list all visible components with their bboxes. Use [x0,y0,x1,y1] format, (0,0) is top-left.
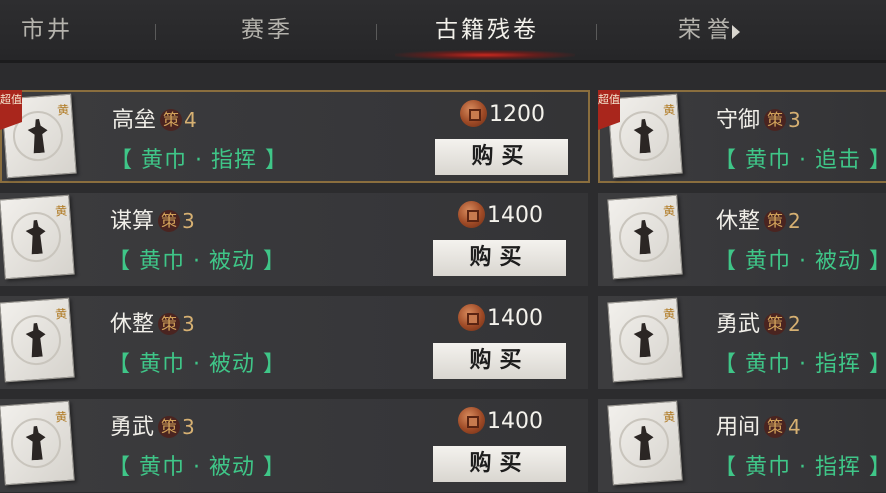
item-name: 守御策 3 [716,108,801,133]
scroll-icon: 黄 [0,194,75,280]
tab-separator [376,24,377,40]
strategy-badge-icon: 策 [764,416,787,438]
item-name: 高垒策 4 [112,108,197,133]
item-name: 勇武策 3 [110,415,195,440]
tab-bar: 市井 赛季 古籍残卷 荣誉 [0,0,886,60]
tab-ancient-scrolls[interactable]: 古籍残卷 [418,12,556,48]
buy-button[interactable]: 购买 [433,240,566,276]
shop-item-card[interactable]: 黄 超值 守御策 3 【 黄巾 · 追击 】 [598,90,886,183]
shop-item-card[interactable]: 黄 勇武策 2 【 黄巾 · 指挥 】 [598,296,886,389]
shop-item-card[interactable]: 黄 休整策 3 【 黄巾 · 被动 】 1400 购买 [0,296,588,389]
item-level: 4 [184,108,197,132]
item-level: 3 [182,415,195,439]
tab-season[interactable]: 赛季 [234,12,300,48]
strategy-badge-icon: 策 [764,109,787,131]
header-divider [0,60,886,63]
shop-item-card[interactable]: 黄 用间策 4 【 黄巾 · 指挥 】 [598,399,886,492]
item-tags: 【 黄巾 · 被动 】 [108,249,286,274]
scroll-icon: 黄 [607,194,683,280]
copper-coin-icon [460,100,487,127]
item-name: 谋算策 3 [110,209,195,234]
item-name: 休整策 3 [110,312,195,337]
item-price: 1400 [458,407,543,435]
shop-item-card[interactable]: 黄 谋算策 3 【 黄巾 · 被动 】 1400 购买 [0,193,588,286]
item-level: 2 [788,312,801,336]
shop-item-card[interactable]: 黄 超值 高垒策 4 【 黄巾 · 指挥 】 1200 购买 [0,90,590,183]
buy-button[interactable]: 购买 [435,139,568,175]
shop-item-card[interactable]: 黄 勇武策 3 【 黄巾 · 被动 】 1400 购买 [0,399,588,492]
scroll-icon: 黄 [0,297,75,383]
item-tags: 【 黄巾 · 指挥 】 [110,148,288,173]
strategy-badge-icon: 策 [764,313,787,335]
strategy-badge-icon: 策 [158,210,181,232]
item-tags: 【 黄巾 · 指挥 】 [714,455,886,480]
item-tags: 【 黄巾 · 被动 】 [108,455,286,480]
item-level: 2 [788,209,801,233]
scroll-icon: 黄 [607,297,683,383]
buy-button[interactable]: 购买 [433,343,566,379]
item-price: 1400 [458,201,543,229]
tab-shijing[interactable]: 市井 [14,12,80,48]
copper-coin-icon [458,407,485,434]
strategy-badge-icon: 策 [158,416,181,438]
item-tags: 【 黄巾 · 被动 】 [714,249,886,274]
item-level: 4 [788,415,801,439]
item-tags: 【 黄巾 · 指挥 】 [714,352,886,377]
buy-button[interactable]: 购买 [433,446,566,482]
item-level: 3 [788,108,801,132]
copper-coin-icon [458,304,485,331]
tab-separator [155,24,156,40]
item-level: 3 [182,209,195,233]
active-tab-glow [395,50,575,60]
strategy-badge-icon: 策 [764,210,787,232]
item-tags: 【 黄巾 · 追击 】 [714,148,886,173]
scroll-icon: 黄 [0,400,75,486]
item-price: 1400 [458,304,543,332]
item-name: 勇武策 2 [716,312,801,337]
strategy-badge-icon: 策 [160,109,183,131]
scroll-icon: 黄 [607,400,683,486]
item-name: 用间策 4 [716,415,801,440]
item-name: 休整策 2 [716,209,801,234]
copper-coin-icon [458,201,485,228]
strategy-badge-icon: 策 [158,313,181,335]
item-level: 3 [182,312,195,336]
item-price: 1200 [460,100,545,128]
tab-honor[interactable]: 荣誉 [674,12,740,48]
shop-item-card[interactable]: 黄 休整策 2 【 黄巾 · 被动 】 [598,193,886,286]
tab-scroll-right-icon[interactable] [732,25,740,39]
tab-separator [596,24,597,40]
item-tags: 【 黄巾 · 被动 】 [108,352,286,377]
